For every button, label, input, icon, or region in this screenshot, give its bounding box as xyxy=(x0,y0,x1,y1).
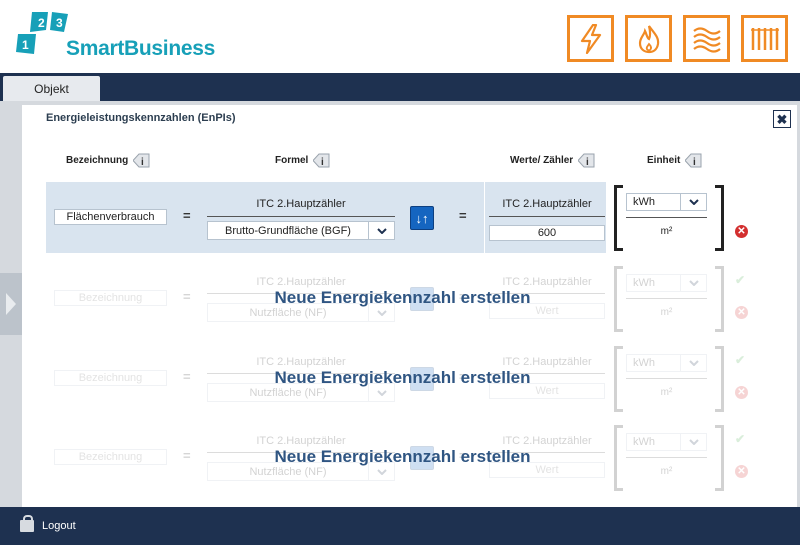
heat-waves-icon[interactable] xyxy=(683,15,730,62)
chevron-down-icon xyxy=(368,222,394,239)
confirm-icon: ✔ xyxy=(735,353,746,367)
chevron-down-icon xyxy=(680,194,706,210)
equals-sign: = xyxy=(459,208,467,223)
logout-button[interactable]: Logout xyxy=(20,515,76,532)
create-enpi-label[interactable]: Neue Energiekennzahl erstellen xyxy=(46,368,759,388)
formula-numerator: ITC 2.Hauptzähler xyxy=(256,276,346,288)
formula-numerator: ITC 2.Hauptzähler xyxy=(256,435,346,447)
top-nav: Objekt xyxy=(0,73,800,101)
logout-label: Logout xyxy=(42,520,76,532)
column-header-bezeichnung: Bezeichnung i xyxy=(66,152,150,169)
panel-title: Energieleistungskennzahlen (EnPIs) xyxy=(46,112,236,124)
unit-denominator: m² xyxy=(660,226,673,237)
energy-type-icons xyxy=(567,15,788,62)
confirm-icon: ✔ xyxy=(735,432,746,446)
werte-cell xyxy=(484,182,606,253)
new-enpi-row[interactable]: Bezeichnung = ITC 2.Hauptzähler Nutzfläc… xyxy=(46,343,759,414)
smartbusiness-logo[interactable]: 2 3 1 SmartBusiness xyxy=(14,10,234,65)
new-enpi-row[interactable]: Bezeichnung = ITC 2.Hauptzähler Nutzfläc… xyxy=(46,263,759,334)
enpi-row: Flächenverbrauch = ITC 2.Hauptzähler Bru… xyxy=(46,182,759,253)
denominator-select-value: Nutzfläche (NF) xyxy=(249,465,327,478)
werte-label: ITC 2.Hauptzähler xyxy=(502,276,592,288)
side-expand-handle[interactable] xyxy=(0,273,22,335)
column-label: Werte/ Zähler xyxy=(510,155,574,166)
unit-select-value: kWh xyxy=(633,196,655,208)
bracket-left xyxy=(614,185,623,251)
werte-label: ITC 2.Hauptzähler xyxy=(502,356,592,368)
radiator-icon[interactable] xyxy=(741,15,788,62)
denominator-select-value: Nutzfläche (NF) xyxy=(249,386,327,399)
formula-numerator: ITC 2.Hauptzähler xyxy=(256,356,346,368)
unit-denominator: m² xyxy=(660,466,673,477)
delete-icon[interactable]: ✕ xyxy=(735,225,748,238)
svg-text:i: i xyxy=(586,157,589,168)
flame-icon[interactable] xyxy=(625,15,672,62)
info-icon[interactable]: i xyxy=(578,152,595,169)
lock-icon xyxy=(20,515,34,532)
tab-objekt[interactable]: Objekt xyxy=(3,76,100,101)
app-footer: Logout xyxy=(0,507,800,545)
logo-digit-2: 2 xyxy=(38,16,45,30)
unit-denominator: m² xyxy=(660,307,673,318)
confirm-icon: ✔ xyxy=(735,273,746,287)
info-icon[interactable]: i xyxy=(133,152,150,169)
column-label: Bezeichnung xyxy=(66,155,129,166)
logo-digit-3: 3 xyxy=(56,16,63,30)
logo-mark-icon: 2 3 1 xyxy=(16,12,68,54)
column-header-werte: Werte/ Zähler i xyxy=(510,152,595,169)
column-header-einheit: Einheit i xyxy=(647,152,702,169)
unit-denominator: m² xyxy=(660,387,673,398)
info-icon[interactable]: i xyxy=(313,152,330,169)
column-label: Einheit xyxy=(647,155,681,166)
formula-numerator: ITC 2.Hauptzähler xyxy=(256,198,346,210)
svg-text:i: i xyxy=(141,157,144,168)
fraction-line xyxy=(626,217,707,218)
werte-label: ITC 2.Hauptzähler xyxy=(502,198,592,210)
svg-text:i: i xyxy=(321,157,324,168)
bracket-right xyxy=(715,185,724,251)
svg-text:i: i xyxy=(693,157,696,168)
unit-select[interactable]: kWh xyxy=(626,193,707,211)
logo-digit-1: 1 xyxy=(22,38,29,52)
brand-name: SmartBusiness xyxy=(66,37,215,60)
new-enpi-row[interactable]: Bezeichnung = ITC 2.Hauptzähler Nutzfläc… xyxy=(46,422,759,493)
create-enpi-label[interactable]: Neue Energiekennzahl erstellen xyxy=(46,447,759,467)
create-enpi-label[interactable]: Neue Energiekennzahl erstellen xyxy=(46,288,759,308)
swap-button[interactable]: ↓↑ xyxy=(410,206,434,230)
denominator-select-value: Nutzfläche (NF) xyxy=(249,306,327,319)
column-label: Formel xyxy=(275,155,309,166)
denominator-select-value: Brutto-Grundfläche (BGF) xyxy=(225,224,351,237)
equals-sign: = xyxy=(183,208,191,223)
fraction-line xyxy=(207,216,395,217)
denominator-select[interactable]: Brutto-Grundfläche (BGF) xyxy=(207,221,395,240)
bezeichnung-input[interactable]: Flächenverbrauch xyxy=(54,209,167,225)
column-header-formel: Formel i xyxy=(275,152,330,169)
lightning-icon[interactable] xyxy=(567,15,614,62)
close-button[interactable]: ✖ xyxy=(773,110,791,128)
enpi-panel: ✖ Energieleistungskennzahlen (EnPIs) Bez… xyxy=(22,105,797,509)
fraction-line xyxy=(489,216,605,217)
werte-label: ITC 2.Hauptzähler xyxy=(502,435,592,447)
werte-input[interactable]: 600 xyxy=(489,225,605,241)
main-area: ✖ Energieleistungskennzahlen (EnPIs) Bez… xyxy=(0,101,800,509)
app-header: 2 3 1 SmartBusiness xyxy=(0,0,800,73)
info-icon[interactable]: i xyxy=(685,152,702,169)
